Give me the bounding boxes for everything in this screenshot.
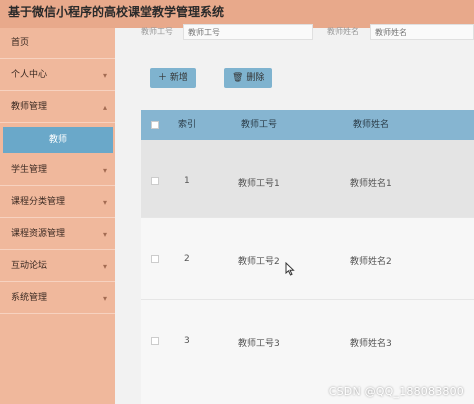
- table-row[interactable]: 1 教师工号1 教师姓名1: [141, 140, 474, 218]
- app-title: 基于微信小程序的高校课堂教学管理系统: [8, 5, 225, 19]
- select-all-checkbox[interactable]: [151, 121, 159, 129]
- mouse-cursor-icon: [285, 262, 295, 276]
- column-header-index[interactable]: 索引: [178, 110, 196, 140]
- chevron-down-icon: ▾: [102, 166, 107, 175]
- delete-button-label: 删除: [246, 73, 265, 83]
- teacher-name-input[interactable]: [370, 24, 474, 40]
- sidebar-item-home[interactable]: 首页: [0, 28, 115, 59]
- chevron-down-icon: ▾: [102, 71, 107, 80]
- row-checkbox[interactable]: [151, 255, 159, 263]
- teacher-id-label: 教师工号: [141, 27, 173, 36]
- row-teacher-id: 教师工号2: [238, 257, 280, 267]
- teacher-table: 索引 教师工号 教师姓名 1 教师工号1 教师姓名1 2 教师工号2 教师姓名2…: [141, 110, 474, 404]
- sidebar-item-profile[interactable]: 个人中心 ▾: [0, 60, 115, 91]
- row-index: 1: [184, 176, 190, 186]
- delete-button[interactable]: 🗑 删除: [224, 68, 273, 88]
- row-teacher-id: 教师工号1: [238, 179, 280, 189]
- sidebar: 首页 个人中心 ▾ 教师管理 ▴ 教师 学生管理 ▾ 课程分类管理 ▾ 课程资源…: [0, 28, 115, 404]
- row-index: 2: [184, 254, 190, 264]
- sidebar-subitem-teacher[interactable]: 教师: [3, 127, 113, 153]
- sidebar-item-student-mgmt[interactable]: 学生管理 ▾: [0, 155, 115, 186]
- sidebar-item-course-resource[interactable]: 课程资源管理 ▾: [0, 219, 115, 250]
- row-teacher-id: 教师工号3: [238, 339, 280, 349]
- row-teacher-name: 教师姓名2: [350, 257, 392, 267]
- sidebar-subitem-label: 教师: [48, 135, 67, 145]
- trash-icon: 🗑: [232, 73, 244, 83]
- add-button-label: 新增: [169, 73, 188, 83]
- row-checkbox[interactable]: [151, 337, 159, 345]
- sidebar-item-label: 互动论坛: [11, 261, 48, 271]
- table-row[interactable]: 2 教师工号2 教师姓名2: [141, 218, 474, 300]
- add-button[interactable]: ＋ 新增: [150, 68, 196, 88]
- sidebar-item-forum[interactable]: 互动论坛 ▾: [0, 251, 115, 282]
- chevron-up-icon: ▴: [102, 103, 107, 112]
- teacher-name-label: 教师姓名: [327, 27, 359, 36]
- sidebar-item-system[interactable]: 系统管理 ▾: [0, 283, 115, 314]
- chevron-down-icon: ▾: [102, 230, 107, 239]
- row-checkbox[interactable]: [151, 177, 159, 185]
- sidebar-item-label: 系统管理: [11, 293, 48, 303]
- watermark: CSDN @QQ_188083800: [328, 385, 464, 398]
- sidebar-item-label: 首页: [11, 38, 30, 48]
- column-header-teacher-name[interactable]: 教师姓名: [353, 110, 389, 140]
- sidebar-item-label: 学生管理: [11, 165, 48, 175]
- sidebar-item-label: 教师管理: [11, 102, 48, 112]
- sidebar-item-label: 课程分类管理: [11, 197, 66, 207]
- table-header: 索引 教师工号 教师姓名: [141, 110, 474, 140]
- row-index: 3: [184, 336, 190, 346]
- column-header-teacher-id[interactable]: 教师工号: [241, 110, 277, 140]
- chevron-down-icon: ▾: [102, 262, 107, 271]
- chevron-down-icon: ▾: [102, 198, 107, 207]
- sidebar-item-label: 个人中心: [11, 70, 48, 80]
- row-teacher-name: 教师姓名1: [350, 179, 392, 189]
- chevron-down-icon: ▾: [102, 294, 107, 303]
- plus-icon: ＋: [158, 73, 168, 83]
- sidebar-item-label: 课程资源管理: [11, 229, 66, 239]
- sidebar-item-teacher-mgmt[interactable]: 教师管理 ▴: [0, 92, 115, 123]
- row-teacher-name: 教师姓名3: [350, 339, 392, 349]
- teacher-id-input[interactable]: [183, 24, 313, 40]
- main-content: 教师工号 教师姓名 ＋ 新增 🗑 删除 索引 教师工号 教师姓名 1 教师工号1…: [115, 24, 474, 404]
- sidebar-item-course-category[interactable]: 课程分类管理 ▾: [0, 187, 115, 218]
